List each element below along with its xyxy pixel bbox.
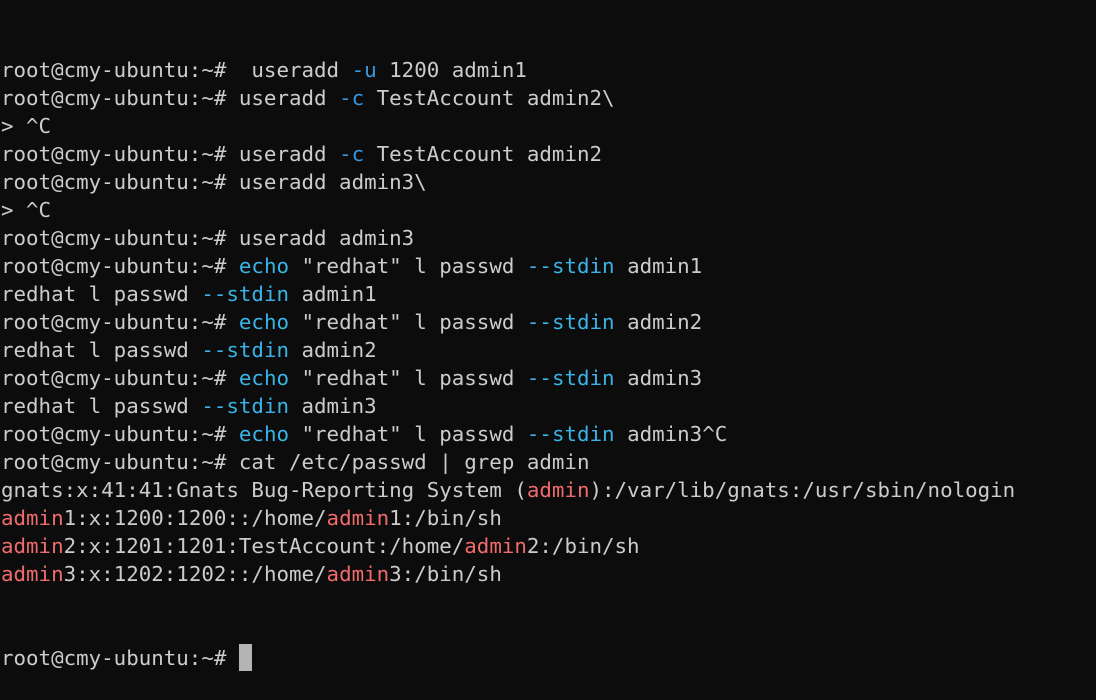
terminal-text-segment: -c — [339, 142, 365, 166]
terminal-text-segment: admin — [326, 506, 390, 530]
terminal-text-segment: admin2 — [289, 338, 377, 362]
terminal-text-segment: "redhat" l passwd — [289, 422, 527, 446]
terminal-line: > ^C — [1, 112, 1096, 140]
terminal-text-segment: --stdin — [526, 366, 615, 390]
terminal-line: root@cmy-ubuntu:~# echo "redhat" l passw… — [1, 252, 1096, 280]
terminal-text-segment: gnats:x:41:41:Gnats Bug-Reporting System… — [1, 478, 527, 502]
terminal-line: root@cmy-ubuntu:~# echo "redhat" l passw… — [1, 420, 1096, 448]
terminal-text-segment: root@cmy-ubuntu:~# — [1, 422, 239, 446]
terminal-line: redhat l passwd --stdin admin3 — [1, 392, 1096, 420]
terminal-text-segment: ):/var/lib/gnats:/usr/sbin/nologin — [589, 478, 1016, 502]
terminal-text-segment: admin2 — [614, 310, 703, 334]
terminal-text-segment: 1:/bin/sh — [389, 506, 502, 530]
terminal-text-segment: -c — [339, 86, 365, 110]
terminal-text-segment: 1:x:1200:1200::/home/ — [63, 506, 327, 530]
terminal-line: root@cmy-ubuntu:~# useradd admin3\ — [1, 168, 1096, 196]
terminal-text-segment: admin1 — [614, 254, 703, 278]
terminal-text-segment: admin3 — [289, 394, 377, 418]
terminal-line: root@cmy-ubuntu:~# useradd admin3 — [1, 224, 1096, 252]
terminal-text-segment: TestAccount admin2\ — [364, 86, 615, 110]
terminal-text-segment: root@cmy-ubuntu:~# useradd admin3\ — [1, 170, 427, 194]
terminal-text-segment: "redhat" l passwd — [289, 254, 527, 278]
terminal-line: admin3:x:1202:1202::/home/admin3:/bin/sh — [1, 560, 1096, 588]
prompt-text: root@cmy-ubuntu:~# — [1, 646, 239, 670]
terminal-text-segment: TestAccount admin2 — [364, 142, 603, 166]
terminal-text-segment: root@cmy-ubuntu:~# useradd admin3 — [1, 226, 415, 250]
terminal-text-segment: admin — [1, 506, 64, 530]
text-cursor — [238, 644, 252, 671]
terminal-line: root@cmy-ubuntu:~# useradd -c TestAccoun… — [1, 84, 1096, 112]
terminal-text-segment: -u — [351, 58, 377, 82]
terminal-text-segment: root@cmy-ubuntu:~# cat /etc/passwd | gre… — [1, 450, 590, 474]
terminal-text-segment: redhat l passwd — [1, 282, 202, 306]
terminal-text-segment: root@cmy-ubuntu:~# — [1, 366, 239, 390]
terminal-line: root@cmy-ubuntu:~# useradd -u 1200 admin… — [1, 56, 1096, 84]
terminal-text-segment: --stdin — [201, 394, 289, 418]
terminal-text-segment: admin — [1, 562, 64, 586]
terminal-line: root@cmy-ubuntu:~# echo "redhat" l passw… — [1, 364, 1096, 392]
terminal-text-segment: 2:/bin/sh — [526, 534, 640, 558]
terminal-text-segment: "redhat" l passwd — [289, 366, 527, 390]
terminal-output: root@cmy-ubuntu:~# useradd -u 1200 admin… — [1, 56, 1096, 588]
terminal-line: admin2:x:1201:1201:TestAccount:/home/adm… — [1, 532, 1096, 560]
terminal-text-segment: 1200 admin1 — [376, 58, 527, 82]
terminal-text-segment: redhat l passwd — [1, 338, 202, 362]
terminal-text-segment: admin3^C — [614, 422, 728, 446]
terminal-text-segment: admin1 — [289, 282, 377, 306]
terminal-text-segment: root@cmy-ubuntu:~# useradd — [1, 58, 352, 82]
terminal-line: gnats:x:41:41:Gnats Bug-Reporting System… — [1, 476, 1096, 504]
terminal-text-segment: echo — [238, 366, 289, 390]
terminal-text-segment: redhat l passwd — [1, 394, 202, 418]
terminal-window[interactable]: root@cmy-ubuntu:~# useradd -u 1200 admin… — [0, 0, 1096, 671]
terminal-prompt-line[interactable]: root@cmy-ubuntu:~# — [1, 644, 1096, 672]
terminal-line: admin1:x:1200:1200::/home/admin1:/bin/sh — [1, 504, 1096, 532]
terminal-line: redhat l passwd --stdin admin1 — [1, 280, 1096, 308]
terminal-text-segment: admin — [526, 478, 590, 502]
terminal-text-segment: > ^C — [1, 114, 52, 138]
terminal-text-segment: root@cmy-ubuntu:~# — [1, 310, 239, 334]
terminal-text-segment: admin — [326, 562, 390, 586]
terminal-text-segment: echo — [238, 254, 289, 278]
terminal-text-segment: 3:x:1202:1202::/home/ — [63, 562, 327, 586]
terminal-text-segment: 3:/bin/sh — [389, 562, 502, 586]
terminal-text-segment: 2:x:1201:1201:TestAccount:/home/ — [63, 534, 465, 558]
terminal-line: > ^C — [1, 196, 1096, 224]
terminal-text-segment: --stdin — [526, 310, 615, 334]
terminal-text-segment: --stdin — [201, 338, 289, 362]
terminal-line: redhat l passwd --stdin admin2 — [1, 336, 1096, 364]
terminal-line: root@cmy-ubuntu:~# useradd -c TestAccoun… — [1, 140, 1096, 168]
terminal-text-segment: root@cmy-ubuntu:~# useradd — [1, 142, 340, 166]
terminal-text-segment: admin — [464, 534, 527, 558]
terminal-line: root@cmy-ubuntu:~# cat /etc/passwd | gre… — [1, 448, 1096, 476]
terminal-text-segment: echo — [238, 310, 289, 334]
terminal-text-segment: root@cmy-ubuntu:~# — [1, 254, 239, 278]
terminal-text-segment: > ^C — [1, 198, 52, 222]
terminal-text-segment: "redhat" l passwd — [289, 310, 527, 334]
terminal-text-segment: root@cmy-ubuntu:~# useradd — [1, 86, 340, 110]
terminal-text-segment: --stdin — [526, 422, 615, 446]
terminal-text-segment: --stdin — [201, 282, 289, 306]
terminal-text-segment: echo — [238, 422, 289, 446]
terminal-text-segment: --stdin — [526, 254, 615, 278]
terminal-text-segment: admin3 — [614, 366, 703, 390]
terminal-line: root@cmy-ubuntu:~# echo "redhat" l passw… — [1, 308, 1096, 336]
terminal-text-segment: admin — [1, 534, 64, 558]
